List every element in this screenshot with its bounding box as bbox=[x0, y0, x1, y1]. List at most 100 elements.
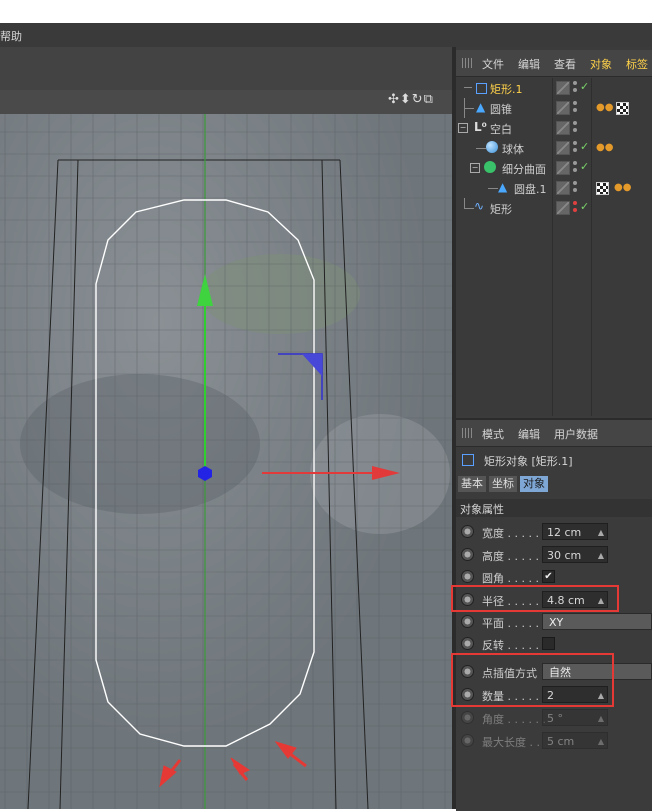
enabled-check-icon[interactable]: ✓ bbox=[580, 140, 589, 153]
layer-icon[interactable] bbox=[556, 141, 570, 155]
menu-object[interactable]: 对象 bbox=[590, 56, 612, 72]
object-row-sphere[interactable]: 球体 ✓ ●● bbox=[456, 138, 652, 158]
field-value: 30 cm bbox=[547, 549, 582, 562]
visibility-dot[interactable] bbox=[573, 88, 577, 92]
object-row-rectangle-1[interactable]: 矩形.1 ✓ bbox=[456, 78, 652, 98]
object-row-subdivision[interactable]: − 细分曲面 ✓ bbox=[456, 158, 652, 178]
bg-blur-dark bbox=[20, 374, 260, 514]
prop-label: 平面 . . . . . . bbox=[482, 617, 546, 630]
collapse-toggle-icon[interactable]: − bbox=[470, 163, 480, 173]
menu-help[interactable]: 帮助 bbox=[0, 28, 22, 44]
animate-radio-icon[interactable] bbox=[461, 615, 474, 628]
visibility-dot[interactable] bbox=[573, 181, 577, 185]
prop-label: 角度 . . . . . . bbox=[482, 713, 546, 726]
height-field[interactable]: 30 cm ▲ bbox=[542, 546, 608, 563]
visibility-dot[interactable] bbox=[573, 128, 577, 132]
menu-view[interactable]: 查看 bbox=[554, 56, 576, 72]
object-name[interactable]: 圆盘.1 bbox=[514, 181, 547, 197]
object-row-rectangle[interactable]: ∿ 矩形 ✓ bbox=[456, 198, 652, 218]
visibility-dot[interactable] bbox=[573, 148, 577, 152]
layer-icon[interactable] bbox=[556, 181, 570, 195]
object-name[interactable]: 细分曲面 bbox=[502, 161, 546, 177]
plane-dropdown[interactable]: XY bbox=[542, 613, 652, 630]
object-name[interactable]: 球体 bbox=[502, 141, 524, 157]
tab-basic[interactable]: 基本 bbox=[458, 476, 486, 492]
section-title: 对象属性 bbox=[460, 503, 504, 516]
menu-user-data[interactable]: 用户数据 bbox=[554, 426, 598, 442]
viewport-3d[interactable] bbox=[0, 114, 452, 809]
visibility-dot[interactable] bbox=[573, 101, 577, 105]
object-name[interactable]: 矩形.1 bbox=[490, 81, 523, 97]
enabled-check-icon[interactable]: ✓ bbox=[580, 200, 589, 213]
collapse-toggle-icon[interactable]: − bbox=[458, 123, 468, 133]
stepper-icon: ▲ bbox=[597, 714, 604, 723]
attribute-manager: 模式 编辑 用户数据 矩形对象 [矩形.1] 基本 坐标 对象 对象属性 宽度 … bbox=[456, 418, 652, 811]
visibility-dot[interactable] bbox=[573, 201, 577, 205]
material-tag-icon[interactable]: ●● bbox=[596, 102, 613, 113]
animate-radio-icon[interactable] bbox=[461, 525, 474, 538]
prop-reverse: 反转 . . . . . . bbox=[456, 633, 652, 655]
tree-line bbox=[464, 208, 474, 209]
visibility-dot[interactable] bbox=[573, 81, 577, 85]
object-name[interactable]: 空白 bbox=[490, 121, 512, 137]
layer-icon[interactable] bbox=[556, 121, 570, 135]
texture-tag-icon[interactable] bbox=[596, 182, 609, 195]
layer-icon[interactable] bbox=[556, 161, 570, 175]
menu-mode[interactable]: 模式 bbox=[482, 426, 504, 442]
viewport-header-strip bbox=[0, 90, 452, 115]
object-row-disc[interactable]: ▲ 圆盘.1 ●● bbox=[456, 178, 652, 198]
prop-label: 反转 . . . . . . bbox=[482, 639, 546, 652]
object-name[interactable]: 圆锥 bbox=[490, 101, 512, 117]
layer-icon[interactable] bbox=[556, 101, 570, 115]
stepper-icon[interactable]: ▲ bbox=[598, 547, 604, 564]
tree-line bbox=[464, 87, 472, 88]
visibility-dot[interactable] bbox=[573, 121, 577, 125]
material-tag-icon[interactable]: ●● bbox=[614, 182, 631, 193]
animate-radio-icon[interactable] bbox=[461, 637, 474, 650]
tab-object[interactable]: 对象 bbox=[520, 476, 548, 492]
top-blank-area bbox=[0, 0, 652, 23]
prop-label: 最大长度 . . bbox=[482, 736, 540, 749]
visibility-dot[interactable] bbox=[573, 188, 577, 192]
animate-radio-icon[interactable] bbox=[461, 570, 474, 583]
visibility-dot[interactable] bbox=[573, 141, 577, 145]
stepper-icon[interactable]: ▲ bbox=[598, 524, 604, 541]
sphere-icon bbox=[486, 141, 498, 153]
visibility-dot[interactable] bbox=[573, 208, 577, 212]
grip-handle[interactable] bbox=[462, 428, 474, 438]
enabled-check-icon[interactable]: ✓ bbox=[580, 160, 589, 173]
animate-radio-icon[interactable] bbox=[461, 548, 474, 561]
cone-icon: ▲ bbox=[476, 100, 486, 114]
object-row-cone[interactable]: ▲ 圆锥 ●● bbox=[456, 98, 652, 118]
object-name[interactable]: 矩形 bbox=[490, 201, 512, 217]
tree-line bbox=[476, 148, 486, 149]
menu-edit[interactable]: 编辑 bbox=[518, 56, 540, 72]
stepper-icon: ▲ bbox=[597, 737, 604, 746]
menu-edit[interactable]: 编辑 bbox=[518, 426, 540, 442]
enabled-check-icon[interactable]: ✓ bbox=[580, 80, 589, 93]
rounding-checkbox[interactable]: ✔ bbox=[542, 570, 555, 583]
grip-handle[interactable] bbox=[462, 58, 474, 68]
highlight-box-interpolation bbox=[451, 653, 614, 707]
layer-icon[interactable] bbox=[556, 201, 570, 215]
visibility-dot[interactable] bbox=[573, 168, 577, 172]
prop-height: 高度 . . . . . . 30 cm ▲ bbox=[456, 544, 652, 566]
layer-icon[interactable] bbox=[556, 81, 570, 95]
viewport-scene[interactable] bbox=[0, 114, 452, 809]
prop-width: 宽度 . . . . . . 12 cm ▲ bbox=[456, 521, 652, 543]
material-tag-icon[interactable]: ●● bbox=[596, 142, 613, 153]
disc-icon: ▲ bbox=[498, 180, 508, 194]
rectangle-spline-icon bbox=[476, 83, 487, 94]
object-row-null[interactable]: − L⁰ 空白 bbox=[456, 118, 652, 138]
tab-coordinates[interactable]: 坐标 bbox=[489, 476, 517, 492]
viewport-nav-icons[interactable]: ✣⬍↻⧉ bbox=[388, 92, 434, 107]
null-object-icon: L⁰ bbox=[474, 120, 487, 134]
texture-tag-icon[interactable] bbox=[616, 102, 629, 115]
visibility-dot[interactable] bbox=[573, 108, 577, 112]
prop-plane: 平面 . . . . . . XY bbox=[456, 611, 652, 633]
menu-file[interactable]: 文件 bbox=[482, 56, 504, 72]
visibility-dot[interactable] bbox=[573, 161, 577, 165]
width-field[interactable]: 12 cm ▲ bbox=[542, 523, 608, 540]
menu-tags[interactable]: 标签 bbox=[626, 56, 648, 72]
reverse-checkbox[interactable] bbox=[542, 637, 555, 650]
